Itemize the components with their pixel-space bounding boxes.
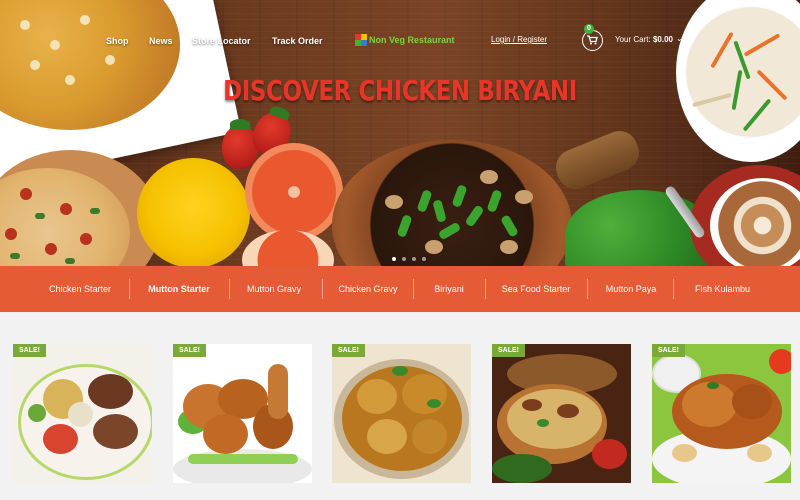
product-card[interactable]: SALE! <box>13 344 152 483</box>
slider-dot[interactable] <box>402 257 406 261</box>
login-register-link[interactable]: Login / Register <box>491 35 547 44</box>
category-separator <box>413 279 414 299</box>
product-image <box>492 344 631 483</box>
category-separator <box>673 279 674 299</box>
orange-juice-image <box>137 158 250 266</box>
nav-shop[interactable]: Shop <box>106 36 129 46</box>
category-biriyani[interactable]: Biriyani <box>420 266 478 312</box>
slider-dot[interactable] <box>412 257 416 261</box>
sale-badge: SALE! <box>13 344 46 357</box>
hero-headline: DISCOVER CHICKEN BIRYANI <box>223 74 577 107</box>
cart-amount: $0.00 <box>652 35 673 44</box>
category-separator <box>229 279 230 299</box>
logo-icon <box>355 34 367 46</box>
category-sea-food-starter[interactable]: Sea Food Starter <box>492 266 580 312</box>
sale-badge: SALE! <box>332 344 365 357</box>
cart-count-badge: 0 <box>584 24 594 34</box>
category-bar: Chicken Starter Mutton Starter Mutton Grav… <box>0 266 800 312</box>
product-image <box>173 344 312 483</box>
nav-news[interactable]: News <box>149 36 173 46</box>
category-separator <box>587 279 588 299</box>
product-card[interactable]: SALE! <box>332 344 471 483</box>
nav-store-locator[interactable]: Store Locator <box>192 36 251 46</box>
cart-icon[interactable] <box>582 30 603 51</box>
chevron-down-icon[interactable]: ⌄ <box>676 34 683 43</box>
slider-dot[interactable] <box>392 257 396 261</box>
sale-badge: SALE! <box>173 344 206 357</box>
category-chicken-starter[interactable]: Chicken Starter <box>35 266 125 312</box>
product-grid: SALE! SALE! SALE! SALE! SALE! <box>0 312 800 500</box>
product-image <box>652 344 791 483</box>
category-separator <box>322 279 323 299</box>
slider-dot[interactable] <box>422 257 426 261</box>
category-mutton-gravy[interactable]: Mutton Gravy <box>235 266 313 312</box>
product-image <box>332 344 471 483</box>
hero-banner: Shop News Store Locator Track Order Non … <box>0 0 800 266</box>
brand-name: Non Veg Restaurant <box>369 35 455 45</box>
sale-badge: SALE! <box>652 344 685 357</box>
cart-label: Your Cart: <box>615 35 651 44</box>
cart-summary[interactable]: Your Cart: $0.00 <box>615 35 673 44</box>
category-mutton-starter[interactable]: Mutton Starter <box>138 266 220 312</box>
category-mutton-paya[interactable]: Mutton Paya <box>595 266 667 312</box>
category-chicken-gravy[interactable]: Chicken Gravy <box>327 266 409 312</box>
nav-track-order[interactable]: Track Order <box>272 36 323 46</box>
product-card[interactable]: SALE! <box>492 344 631 483</box>
category-separator <box>485 279 486 299</box>
category-fish-kulambu[interactable]: Fish Kulambu <box>680 266 765 312</box>
grapefruit-image <box>245 143 343 241</box>
category-separator <box>129 279 130 299</box>
brand-logo[interactable]: Non Veg Restaurant <box>355 33 455 47</box>
product-card[interactable]: SALE! <box>652 344 791 483</box>
product-image <box>13 344 152 483</box>
product-card[interactable]: SALE! <box>173 344 312 483</box>
sale-badge: SALE! <box>492 344 525 357</box>
